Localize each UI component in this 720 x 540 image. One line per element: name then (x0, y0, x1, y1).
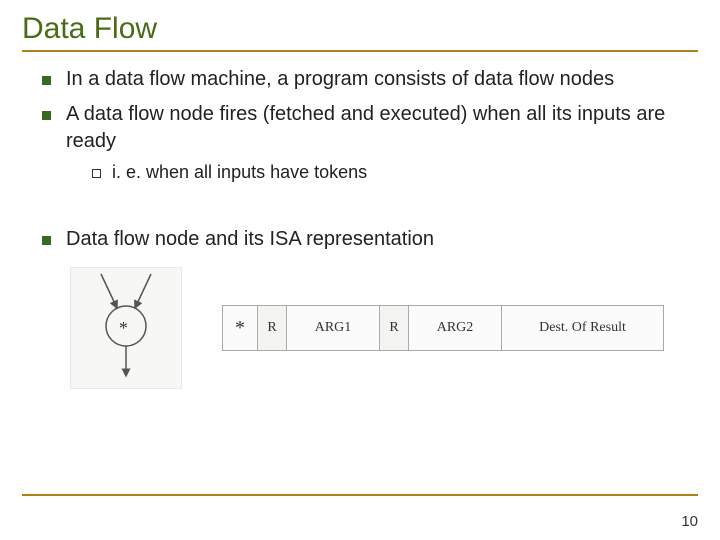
title-rule (22, 50, 698, 52)
sub-bullet-item: i. e. when all inputs have tokens (92, 161, 698, 184)
isa-r2: R (380, 306, 409, 350)
page-number: 10 (681, 513, 698, 530)
slide: Data Flow In a data flow machine, a prog… (0, 0, 720, 540)
isa-representation: * R ARG1 R ARG2 Dest. Of Result (222, 305, 664, 351)
isa-arg2: ARG2 (409, 306, 502, 350)
node-operator: * (119, 318, 128, 339)
bullet-text: A data flow node fires (fetched and exec… (66, 103, 665, 152)
slide-title: Data Flow (22, 12, 698, 46)
figure-row: * * R ARG1 R ARG2 Dest. Of Result (70, 267, 698, 389)
isa-r1: R (258, 306, 287, 350)
bullet-item: In a data flow machine, a program consis… (42, 66, 698, 93)
dataflow-node-diagram: * (70, 267, 182, 389)
bullet-item: Data flow node and its ISA representatio… (42, 226, 698, 253)
isa-dest: Dest. Of Result (502, 306, 663, 350)
sub-bullet-list: i. e. when all inputs have tokens (92, 161, 698, 184)
isa-op: * (223, 306, 258, 350)
bullet-item: A data flow node fires (fetched and exec… (42, 101, 698, 184)
bullet-list-2: Data flow node and its ISA representatio… (42, 226, 698, 253)
spacer (22, 192, 698, 226)
footer-rule (22, 494, 698, 496)
isa-arg1: ARG1 (287, 306, 380, 350)
bullet-list: In a data flow machine, a program consis… (42, 66, 698, 184)
